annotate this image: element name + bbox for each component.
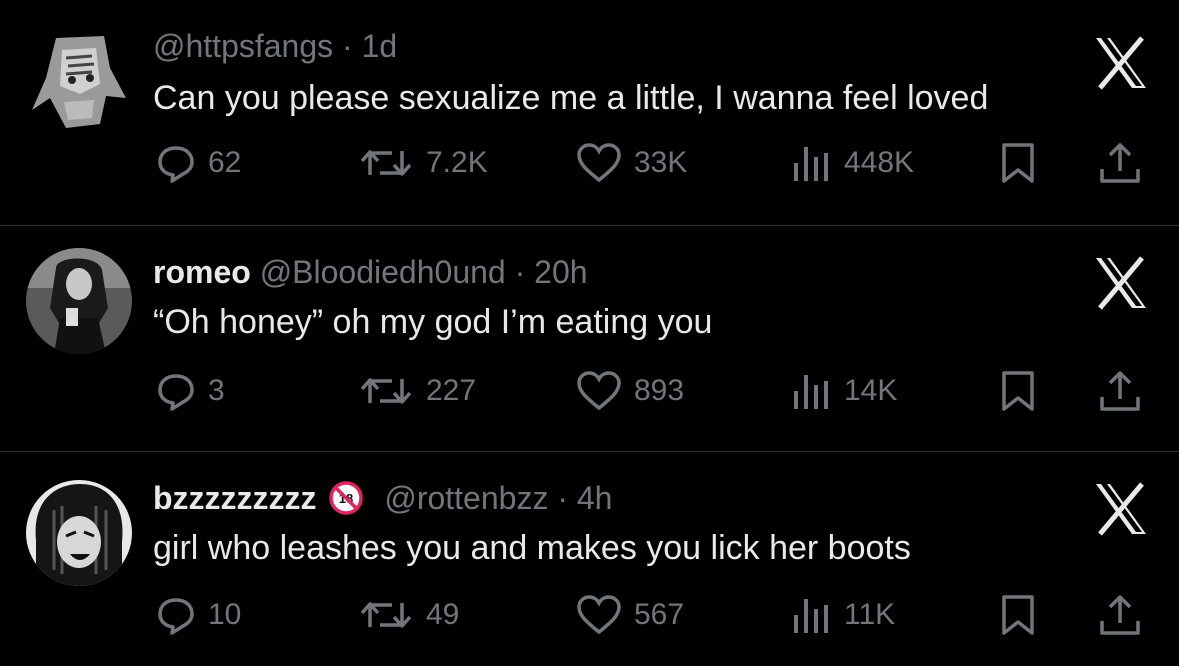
like-button[interactable]: 33K [576, 138, 687, 188]
bookmark-icon [1002, 371, 1034, 411]
retweet-count: 227 [426, 374, 477, 407]
action-bar: 62 7.2K 33K 448K [0, 138, 1179, 188]
separator: · [514, 254, 526, 290]
retweet-button[interactable]: 227 [358, 366, 476, 416]
tweet-header: @httpsfangs · 1d [153, 26, 397, 66]
views-icon [794, 599, 828, 633]
share-icon [1100, 595, 1140, 635]
display-name[interactable]: bzzzzzzzzz [153, 480, 317, 516]
handle[interactable]: @rottenbzz [384, 480, 548, 516]
views-button[interactable]: 448K [790, 138, 914, 188]
timestamp[interactable]: 20h [534, 254, 587, 290]
retweet-button[interactable]: 49 [358, 590, 459, 640]
x-logo-icon [1096, 256, 1146, 310]
like-count: 567 [634, 598, 685, 631]
tweet-card[interactable]: romeo @Bloodiedh0und · 20h “Oh honey” oh… [0, 226, 1179, 451]
avatar[interactable] [26, 28, 132, 134]
reply-count: 10 [208, 598, 242, 631]
reply-count: 62 [208, 146, 242, 179]
share-button[interactable] [1098, 366, 1142, 416]
handle[interactable]: @Bloodiedh0und [260, 254, 506, 290]
tweet-header: bzzzzzzzzz 18 @rottenbzz · 4h [153, 478, 612, 518]
retweet-icon [360, 602, 412, 628]
tweet-card[interactable]: @httpsfangs · 1d Can you please sexualiz… [0, 0, 1179, 225]
retweet-button[interactable]: 7.2K [358, 138, 488, 188]
like-button[interactable]: 567 [576, 590, 684, 640]
views-button[interactable]: 11K [790, 590, 895, 640]
like-icon [577, 143, 621, 183]
views-icon [794, 375, 828, 409]
reply-button[interactable]: 10 [156, 590, 241, 640]
share-button[interactable] [1098, 590, 1142, 640]
action-bar: 10 49 567 11K [0, 590, 1179, 640]
x-logo-icon [1096, 36, 1146, 90]
reply-icon [158, 598, 194, 635]
timestamp[interactable]: 1d [362, 28, 398, 64]
reply-count: 3 [208, 374, 225, 407]
like-icon [577, 371, 621, 411]
timestamp[interactable]: 4h [577, 480, 613, 516]
avatar[interactable] [26, 480, 132, 586]
views-button[interactable]: 14K [790, 366, 897, 416]
tweet-card[interactable]: bzzzzzzzzz 18 @rottenbzz · 4h girl who l… [0, 452, 1179, 666]
tweet-text: “Oh honey” oh my god I’m eating you [153, 303, 713, 341]
x-logo-icon [1096, 482, 1146, 536]
share-icon [1100, 371, 1140, 411]
reply-button[interactable]: 62 [156, 138, 241, 188]
reply-icon [158, 374, 194, 411]
views-count: 14K [844, 374, 898, 407]
retweet-count: 49 [426, 598, 460, 631]
like-count: 893 [634, 374, 685, 407]
bookmark-button[interactable] [998, 138, 1038, 188]
like-count: 33K [634, 146, 688, 179]
reply-icon [158, 146, 194, 183]
retweet-icon [360, 150, 412, 176]
share-icon [1100, 143, 1140, 183]
bookmark-icon [1002, 143, 1034, 183]
like-icon [577, 595, 621, 635]
views-icon [794, 147, 828, 181]
views-count: 11K [844, 598, 896, 631]
separator: · [557, 480, 568, 516]
share-button[interactable] [1098, 138, 1142, 188]
bookmark-icon [1002, 595, 1034, 635]
display-name[interactable]: romeo [153, 254, 251, 290]
bookmark-button[interactable] [998, 590, 1038, 640]
action-bar: 3 227 893 14K [0, 366, 1179, 416]
no-under-18-icon: 18 [329, 481, 364, 515]
separator: · [342, 28, 353, 64]
retweet-count: 7.2K [426, 146, 488, 179]
like-button[interactable]: 893 [576, 366, 684, 416]
reply-button[interactable]: 3 [156, 366, 225, 416]
tweet-text: girl who leashes you and makes you lick … [153, 529, 911, 567]
retweet-icon [360, 378, 412, 404]
views-count: 448K [844, 146, 915, 179]
bookmark-button[interactable] [998, 366, 1038, 416]
tweet-text: Can you please sexualize me a little, I … [153, 79, 989, 117]
avatar[interactable] [26, 248, 132, 354]
tweet-header: romeo @Bloodiedh0und · 20h [153, 252, 588, 292]
handle[interactable]: @httpsfangs [153, 28, 333, 64]
